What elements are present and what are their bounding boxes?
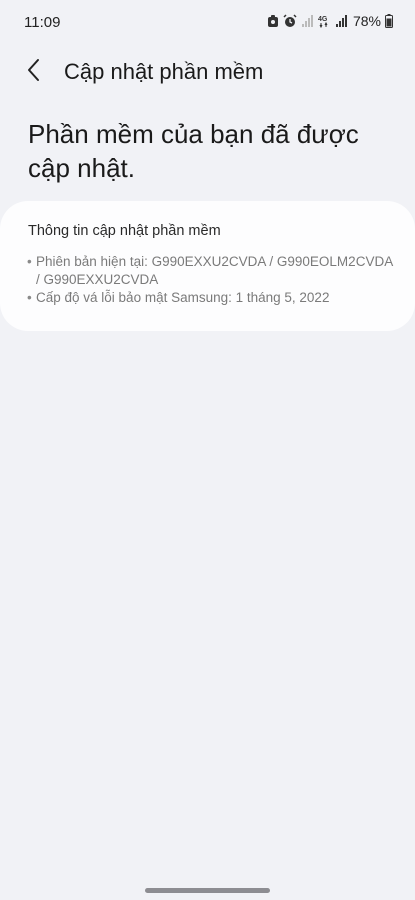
status-icons: 4G 78% — [267, 13, 393, 29]
svg-text:4G: 4G — [318, 16, 328, 23]
update-info-card: Thông tin cập nhật phần mềm Phiên bản hi… — [0, 201, 415, 331]
home-indicator[interactable] — [145, 888, 270, 893]
network-4g-icon: 4G — [317, 14, 331, 28]
current-version-item: Phiên bản hiện tại: G990EXXU2CVDA / G990… — [27, 253, 397, 289]
app-bar: Cập nhật phần mềm — [0, 50, 415, 94]
gallery-notification-icon — [267, 14, 279, 28]
back-button[interactable] — [18, 56, 50, 88]
card-title: Thông tin cập nhật phần mềm — [28, 223, 221, 239]
signal-icon — [335, 15, 347, 27]
battery-percent: 78% — [352, 13, 381, 29]
update-status-message: Phần mềm của bạn đã được cập nhật. — [28, 119, 359, 183]
chevron-left-icon — [26, 58, 42, 87]
battery-icon — [385, 14, 393, 28]
update-info-list: Phiên bản hiện tại: G990EXXU2CVDA / G990… — [27, 253, 397, 307]
security-patch-item: Cấp độ vá lỗi bảo mật Samsung: 1 tháng 5… — [27, 289, 397, 307]
signal-icon — [301, 15, 313, 27]
alarm-icon — [283, 14, 297, 28]
status-bar: 11:09 4G 78% — [0, 0, 415, 48]
status-time: 11:09 — [24, 14, 61, 31]
page-title: Cập nhật phần mềm — [64, 59, 264, 84]
